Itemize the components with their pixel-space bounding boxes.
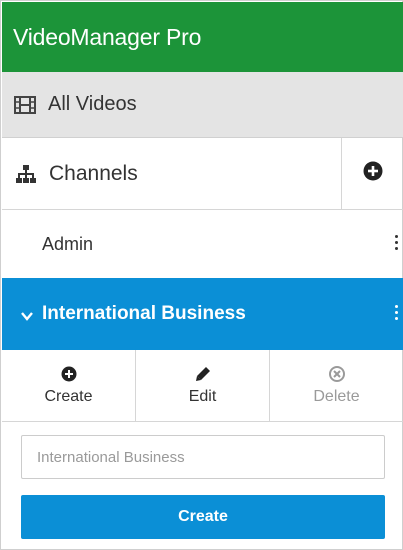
sitemap-icon xyxy=(16,164,36,183)
channel-item-label: International Business xyxy=(42,303,246,324)
plus-circle-icon xyxy=(363,161,383,187)
channel-item-international-business[interactable]: International Business xyxy=(2,278,403,350)
more-options-icon[interactable] xyxy=(393,303,399,325)
delete-action-button[interactable]: Delete xyxy=(270,350,403,421)
add-channel-button[interactable] xyxy=(341,138,403,209)
channel-item-admin[interactable]: Admin xyxy=(2,210,403,278)
nav-all-videos-label: All Videos xyxy=(48,93,137,115)
edit-action-button[interactable]: Edit xyxy=(136,350,270,421)
channel-actions-toolbar: Create Edit Delete xyxy=(2,350,403,422)
create-action-button[interactable]: Create xyxy=(2,350,136,421)
nav-channels: Channels xyxy=(2,138,403,210)
times-circle-icon xyxy=(328,365,345,382)
more-options-icon[interactable] xyxy=(393,233,399,255)
channels-header[interactable]: Channels xyxy=(2,138,341,209)
channel-name-input[interactable] xyxy=(21,435,385,479)
create-channel-button[interactable]: Create xyxy=(21,495,385,539)
edit-action-label: Edit xyxy=(188,387,217,405)
app-header: VideoManager Pro xyxy=(2,2,403,72)
pencil-icon xyxy=(195,366,211,382)
app-title: VideoManager Pro xyxy=(13,24,202,50)
plus-circle-icon xyxy=(61,366,77,382)
chevron-down-icon xyxy=(20,307,34,321)
channels-label: Channels xyxy=(49,161,138,185)
create-action-label: Create xyxy=(44,387,93,405)
nav-all-videos[interactable]: All Videos xyxy=(2,72,403,138)
delete-action-label: Delete xyxy=(313,387,360,405)
film-icon xyxy=(14,95,36,114)
channel-item-label: Admin xyxy=(42,233,94,254)
app-window: VideoManager Pro All Videos Channels Adm… xyxy=(0,0,403,550)
